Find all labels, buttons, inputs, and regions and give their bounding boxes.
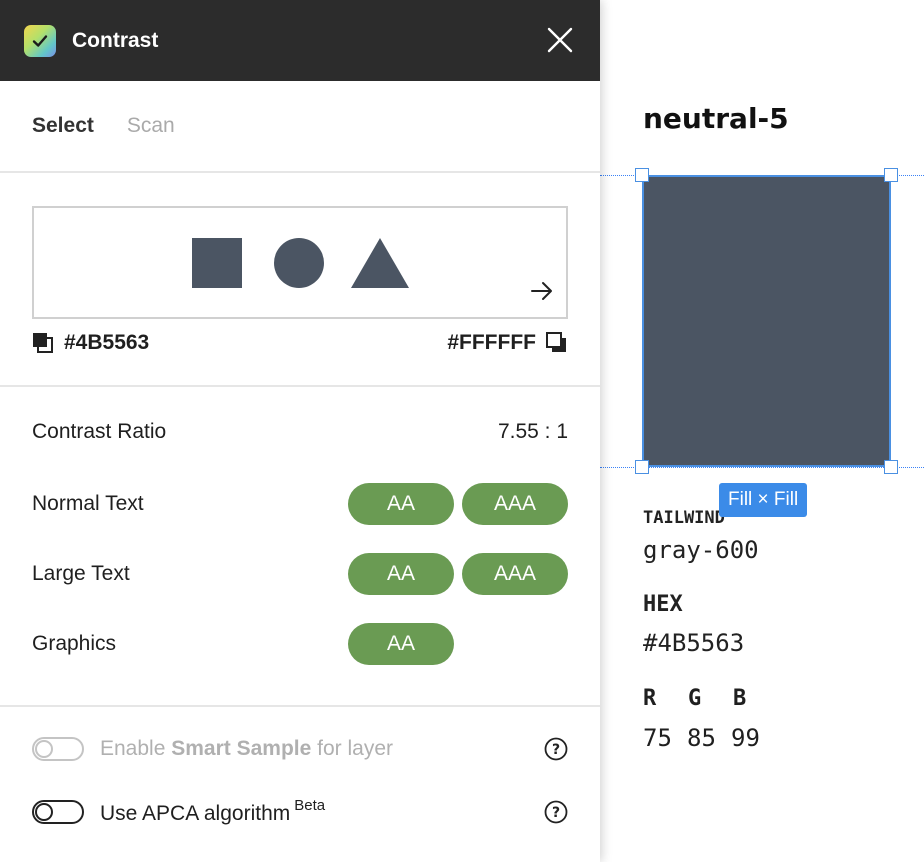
toggle-knob [35, 802, 53, 821]
smart-sample-label: Enable Smart Sample for layer [100, 737, 544, 761]
rgb-labels: R G B [643, 686, 778, 711]
large-text-label: Large Text [32, 562, 130, 585]
tab-bar: Select Scan [0, 81, 600, 173]
preview-section: #4B5563 #FFFFFF [0, 173, 600, 387]
tailwind-value: gray-600 [643, 536, 759, 564]
hex-label: HEX [643, 592, 683, 617]
rgb-value-b: 99 [731, 724, 760, 752]
background-color[interactable]: #FFFFFF [447, 331, 568, 355]
triangle-shape [351, 238, 409, 288]
graphics-row: Graphics AA [32, 623, 568, 665]
options-section: Enable Smart Sample for layer ? Use APCA… [0, 707, 600, 857]
svg-text:?: ? [552, 805, 560, 821]
normal-text-row: Normal Text AA AAA [32, 483, 568, 525]
beta-badge: Beta [294, 797, 326, 814]
check-app-icon [24, 24, 56, 57]
smart-sample-row: Enable Smart Sample for layer ? [32, 737, 568, 761]
plugin-title: Contrast [72, 28, 159, 52]
large-text-aa-badge: AA [348, 553, 454, 595]
fill-tag: Fill × Fill [719, 483, 808, 517]
background-hex: #FFFFFF [447, 331, 536, 354]
apca-row: Use APCA algorithm Beta ? [32, 797, 568, 826]
rgb-value-g: 85 [687, 724, 716, 752]
help-icon[interactable]: ? [544, 800, 568, 824]
svg-text:?: ? [552, 742, 560, 758]
square-shape [192, 238, 242, 288]
color-swatch[interactable] [642, 175, 891, 467]
apca-label-text: Use APCA algorithm [100, 802, 291, 825]
smart-sample-prefix: Enable [100, 737, 172, 760]
contrast-ratio-label: Contrast Ratio [32, 420, 167, 443]
apca-toggle[interactable] [32, 799, 84, 824]
smart-sample-suffix: for layer [311, 737, 393, 760]
foreground-color[interactable]: #4B5563 [32, 331, 149, 355]
resize-handle-top-left[interactable] [635, 168, 649, 182]
resize-handle-top-right[interactable] [884, 168, 898, 182]
rgb-label-r: R [643, 686, 657, 711]
graphics-label: Graphics [32, 632, 117, 655]
normal-text-label: Normal Text [32, 492, 144, 515]
plugin-titlebar: Contrast [0, 0, 600, 81]
color-row: #4B5563 #FFFFFF [32, 329, 568, 357]
close-icon[interactable] [544, 24, 576, 56]
contrast-plugin-panel: Contrast Select Scan #4B5563 #FFFFFF Con… [0, 0, 600, 862]
rgb-label-g: G [688, 686, 702, 711]
large-text-row: Large Text AA AAA [32, 553, 568, 595]
toggle-knob [35, 740, 53, 758]
results-section: Contrast Ratio 7.55 : 1 Normal Text AA A… [0, 387, 600, 707]
foreground-layers-icon [33, 333, 53, 353]
smart-sample-emphasis: Smart Sample [171, 737, 312, 760]
contrast-preview [32, 206, 568, 319]
apca-label: Use APCA algorithm Beta [100, 797, 544, 826]
contrast-ratio-value: 7.55 : 1 [497, 420, 568, 443]
foreground-hex: #4B5563 [64, 331, 150, 354]
tailwind-label: TAILWIND [643, 508, 725, 528]
circle-shape [274, 238, 324, 288]
hex-value: #4B5563 [643, 629, 745, 657]
tab-select[interactable]: Select [32, 114, 94, 138]
normal-text-aa-badge: AA [348, 483, 454, 525]
layer-name: neutral-5 [643, 102, 789, 135]
rgb-values: 75 85 99 [643, 724, 775, 752]
tab-scan[interactable]: Scan [127, 114, 175, 138]
rgb-label-b: B [733, 686, 747, 711]
background-layers-icon [546, 332, 566, 352]
normal-text-aaa-badge: AAA [462, 483, 568, 525]
large-text-aaa-badge: AAA [462, 553, 568, 595]
graphics-aa-badge: AA [348, 623, 454, 665]
resize-handle-bottom-right[interactable] [884, 460, 898, 474]
swap-arrow-icon[interactable] [530, 280, 554, 307]
help-icon[interactable]: ? [544, 737, 568, 761]
resize-handle-bottom-left[interactable] [635, 460, 649, 474]
smart-sample-toggle[interactable] [32, 737, 84, 761]
contrast-ratio-row: Contrast Ratio 7.55 : 1 [32, 420, 568, 444]
rgb-value-r: 75 [643, 724, 672, 752]
